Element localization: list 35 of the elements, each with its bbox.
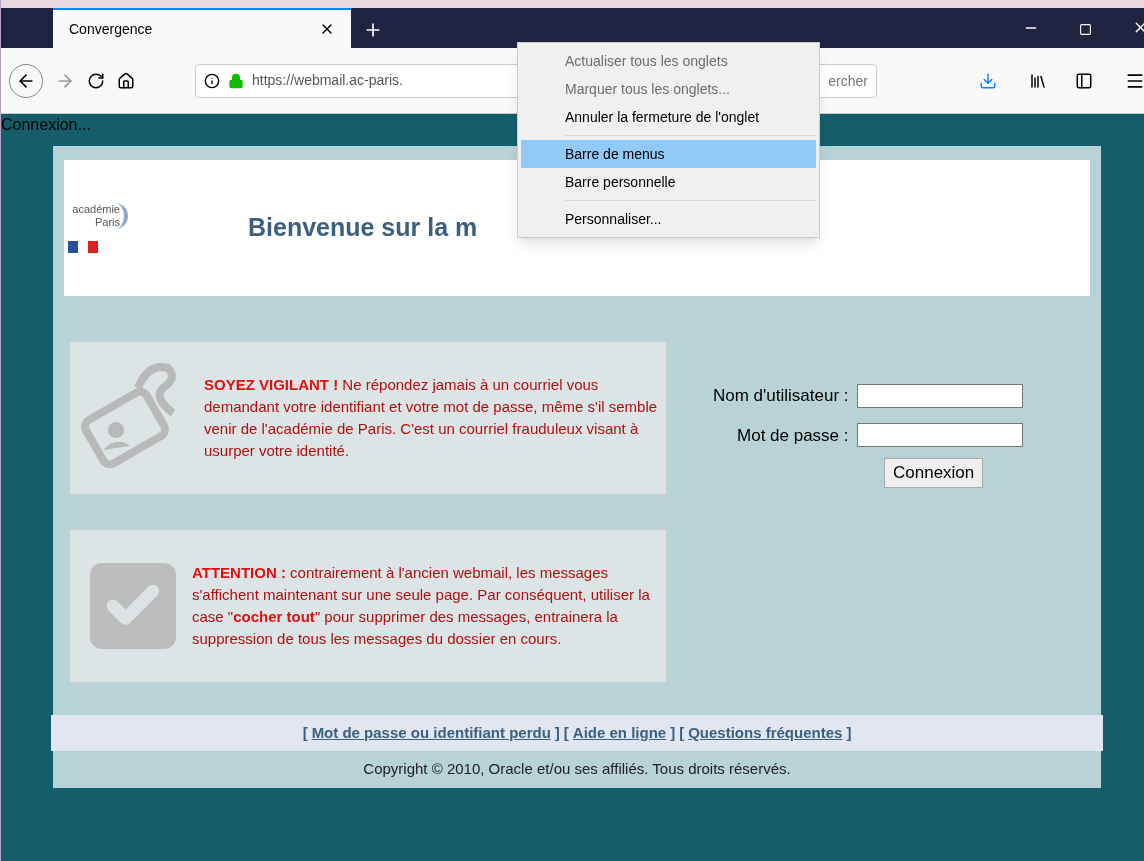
checkbox-icon: [90, 563, 176, 649]
input-field[interactable]: [856, 383, 1023, 408]
footer-link[interactable]: Mot de passe ou identifiant perdu: [311, 721, 551, 745]
browser-tab[interactable]: Convergence: [53, 8, 351, 48]
notice-text: SOYEZ VIGILANT ! Ne répondez jamais à un courriel vous demandant votre identifiant et votre mot de passe, même s'il semble venir de l'académie de Paris. C'est un courriel frauduleux visant à usurper votre identité.: [204, 375, 658, 461]
footer-link[interactable]: Aide en ligne: [572, 721, 667, 745]
field-label: Nom d'utilisateur :: [713, 385, 849, 407]
copyright-text: Copyright © 2010, Oracle et/ou ses affiliés. Tous droits réservés.: [362, 759, 792, 780]
bracket-text: [: [563, 722, 569, 743]
menu-item[interactable]: Personnaliser...: [521, 205, 816, 233]
info-icon: [204, 72, 220, 89]
status-text: Connexion...: [1, 115, 91, 135]
lock-icon: [228, 72, 244, 89]
welcome-title: Bienvenue sur la m: [248, 212, 478, 244]
bracket-text: ]: [670, 722, 676, 743]
bracket-text: ]: [846, 722, 852, 743]
field-label: Mot de passe :: [737, 424, 849, 447]
notice-text: ATTENTION : contrairement à l'ancien webmail, les messages s'affichent maintenant sur une seule page. Par conséquent, utiliser la case "cocher tout" pour supprimer des messages, entrainera la suppression de tous les messages du dossier en cours.: [192, 563, 651, 649]
library-icon[interactable]: [1029, 71, 1047, 90]
menu-item[interactable]: Barre de menus: [521, 140, 816, 168]
sidebar-icon[interactable]: [1075, 71, 1093, 90]
login-button[interactable]: Connexion: [884, 458, 984, 488]
flag-icon: [68, 241, 98, 253]
bracket-text: [: [679, 722, 685, 743]
home-icon[interactable]: [117, 71, 135, 90]
footer-link[interactable]: Questions fréquentes: [688, 721, 843, 745]
reload-icon[interactable]: [87, 71, 105, 90]
maximize-icon[interactable]: [1079, 23, 1092, 36]
bracket-text: [: [302, 722, 308, 743]
menu-item[interactable]: Barre personnelle: [521, 168, 816, 196]
menu-item[interactable]: Annuler la fermeture de l'onglet: [521, 103, 816, 131]
download-icon[interactable]: [979, 71, 997, 90]
academy-logo: académie Paris: [68, 203, 128, 229]
input-field[interactable]: [856, 423, 1023, 448]
bracket-text: ]: [554, 722, 560, 743]
